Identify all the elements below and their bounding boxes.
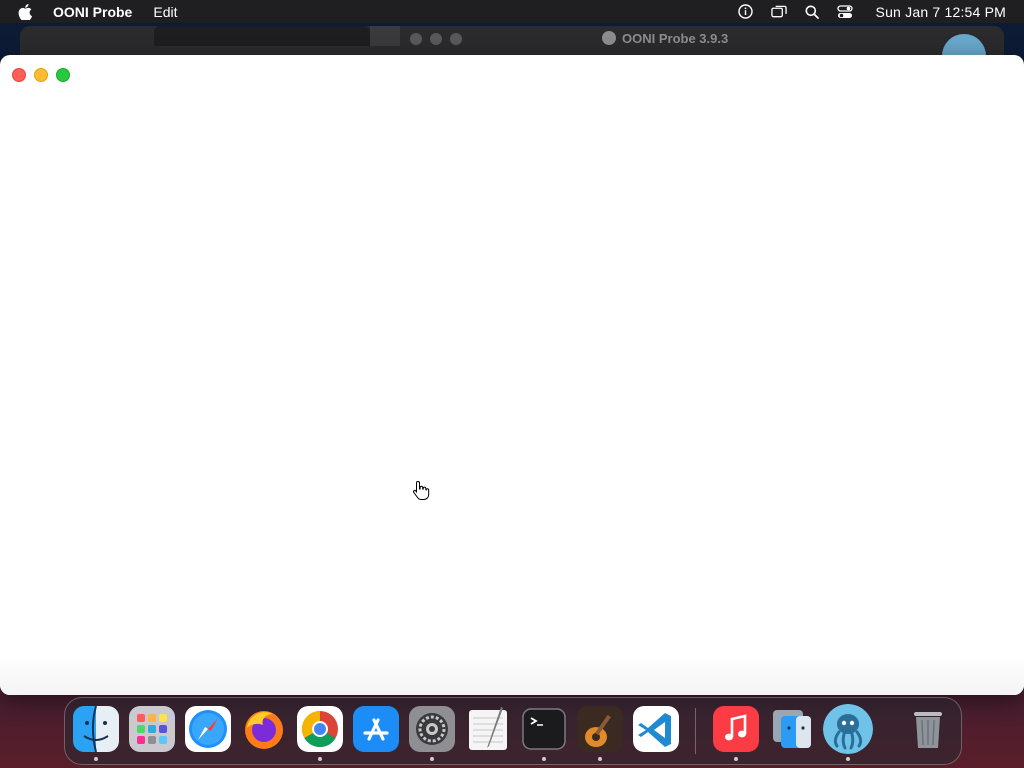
- main-window: [0, 55, 1024, 695]
- garageband-icon[interactable]: [577, 706, 623, 752]
- running-indicator: [734, 757, 738, 761]
- inactive-zoom-icon[interactable]: [450, 33, 462, 45]
- background-window-tab: [154, 26, 370, 46]
- running-indicator: [542, 757, 546, 761]
- running-indicator: [94, 757, 98, 761]
- close-window-icon[interactable]: [12, 68, 26, 82]
- safari-icon[interactable]: [185, 706, 231, 752]
- info-icon[interactable]: [738, 4, 754, 20]
- launchpad-icon[interactable]: [129, 706, 175, 752]
- ooni-probe-title-icon: [602, 31, 616, 45]
- music-icon[interactable]: [713, 706, 759, 752]
- textedit-icon[interactable]: [465, 706, 511, 752]
- background-window-title-text: OONI Probe 3.9.3: [622, 30, 729, 46]
- menu-bar: OONI Probe Edit Sun Jan 7 12:54 PM: [0, 0, 1024, 23]
- zoom-window-icon[interactable]: [56, 68, 70, 82]
- menubar-clock[interactable]: Sun Jan 7 12:54 PM: [876, 4, 1006, 20]
- minimize-window-icon[interactable]: [34, 68, 48, 82]
- background-window-traffic-lights: [410, 33, 462, 45]
- running-indicator: [318, 757, 322, 761]
- main-window-traffic-lights: [12, 68, 70, 82]
- hand-pointer-icon: [412, 480, 430, 500]
- trash-icon[interactable]: [905, 706, 951, 752]
- spotlight-search-icon[interactable]: [804, 4, 820, 20]
- window-bottom-shade: [0, 655, 1024, 695]
- app-store-icon[interactable]: [353, 706, 399, 752]
- system-settings-icon[interactable]: [409, 706, 455, 752]
- menu-edit[interactable]: Edit: [153, 4, 177, 20]
- finder-icon[interactable]: [73, 706, 119, 752]
- background-window-tab-edge: [370, 26, 400, 46]
- running-indicator: [846, 757, 850, 761]
- vscode-icon[interactable]: [633, 706, 679, 752]
- dock-separator: [695, 708, 696, 754]
- migration-assistant-icon[interactable]: [769, 706, 815, 752]
- apple-menu-icon[interactable]: [18, 3, 36, 21]
- firefox-icon[interactable]: [241, 706, 287, 752]
- control-center-icon[interactable]: [836, 4, 853, 20]
- ooni-probe-icon[interactable]: [823, 704, 873, 754]
- app-menu-name[interactable]: OONI Probe: [53, 4, 132, 20]
- running-indicator: [598, 757, 602, 761]
- chrome-icon[interactable]: [297, 706, 343, 752]
- dock: [64, 697, 962, 765]
- screen-mirroring-icon[interactable]: [770, 4, 787, 20]
- running-indicator: [430, 757, 434, 761]
- inactive-close-icon[interactable]: [410, 33, 422, 45]
- inactive-minimize-icon[interactable]: [430, 33, 442, 45]
- background-window-title: OONI Probe 3.9.3: [602, 30, 728, 46]
- terminal-icon[interactable]: [521, 706, 567, 752]
